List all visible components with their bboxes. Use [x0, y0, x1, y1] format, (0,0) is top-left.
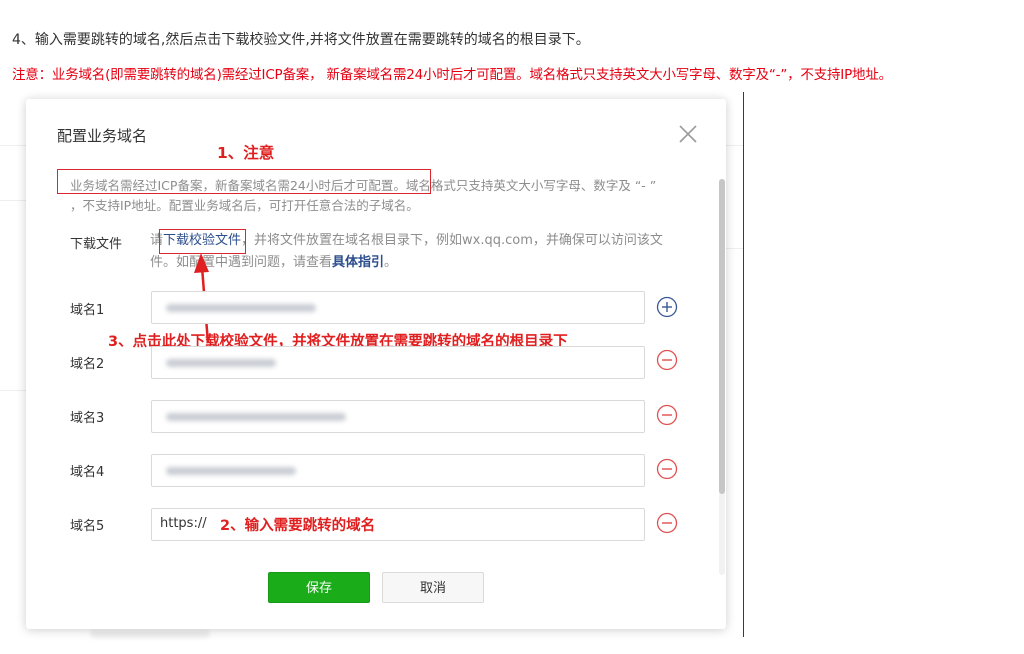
step-instruction: 4、输入需要跳转的域名,然后点击下载校验文件,并将文件放置在需要跳转的域名的根目… — [12, 32, 590, 48]
minus-circle-icon[interactable] — [656, 349, 678, 371]
background-divider — [724, 145, 744, 146]
dialog-title: 配置业务域名 — [57, 127, 148, 145]
domain-3-label: 域名3 — [70, 411, 105, 426]
background-divider — [0, 145, 28, 146]
minus-circle-icon[interactable] — [656, 458, 678, 480]
blurred-value — [166, 304, 316, 312]
background-divider — [0, 200, 28, 201]
domain-1-label: 域名1 — [70, 303, 105, 318]
close-icon[interactable] — [677, 123, 699, 145]
annotation-note-1: 1、注意 — [217, 144, 275, 162]
minus-circle-icon[interactable] — [656, 404, 678, 426]
notice-warning: 注意：业务域名(即需要跳转的域名)需经过ICP备案， 新备案域名需24小时后才可… — [12, 67, 892, 83]
configure-domain-dialog: 配置业务域名 业务域名需经过ICP备案，新备案域名需24小时后才可配置。域名格式… — [26, 99, 726, 629]
domain-5-label: 域名5 — [70, 519, 105, 534]
plus-circle-icon[interactable] — [656, 296, 678, 318]
blurred-value — [166, 413, 346, 421]
guide-link[interactable]: 具体指引 — [332, 255, 384, 270]
domain-2-label: 域名2 — [70, 357, 105, 372]
download-file-label: 下载文件 — [70, 237, 123, 252]
domain-4-input[interactable] — [151, 454, 645, 487]
domain-1-input[interactable] — [151, 291, 645, 324]
domain-3-input[interactable] — [151, 400, 645, 433]
domain-5-value: https:// — [160, 516, 207, 531]
background-blur — [90, 630, 210, 638]
blurred-value — [166, 359, 276, 367]
scrollbar-thumb[interactable] — [719, 179, 725, 494]
page-divider-line — [743, 92, 744, 637]
background-divider — [724, 248, 744, 249]
domain-2-input[interactable] — [151, 346, 645, 379]
domain-4-label: 域名4 — [70, 465, 105, 480]
blurred-value — [166, 467, 296, 475]
annotation-box-note — [57, 169, 431, 194]
cancel-button[interactable]: 取消 — [382, 572, 484, 603]
download-text-end: 。 — [384, 255, 398, 270]
save-button[interactable]: 保存 — [268, 572, 370, 603]
annotation-note-2: 2、输入需要跳转的域名 — [220, 518, 376, 534]
background-divider — [0, 390, 28, 391]
minus-circle-icon[interactable] — [656, 512, 678, 534]
